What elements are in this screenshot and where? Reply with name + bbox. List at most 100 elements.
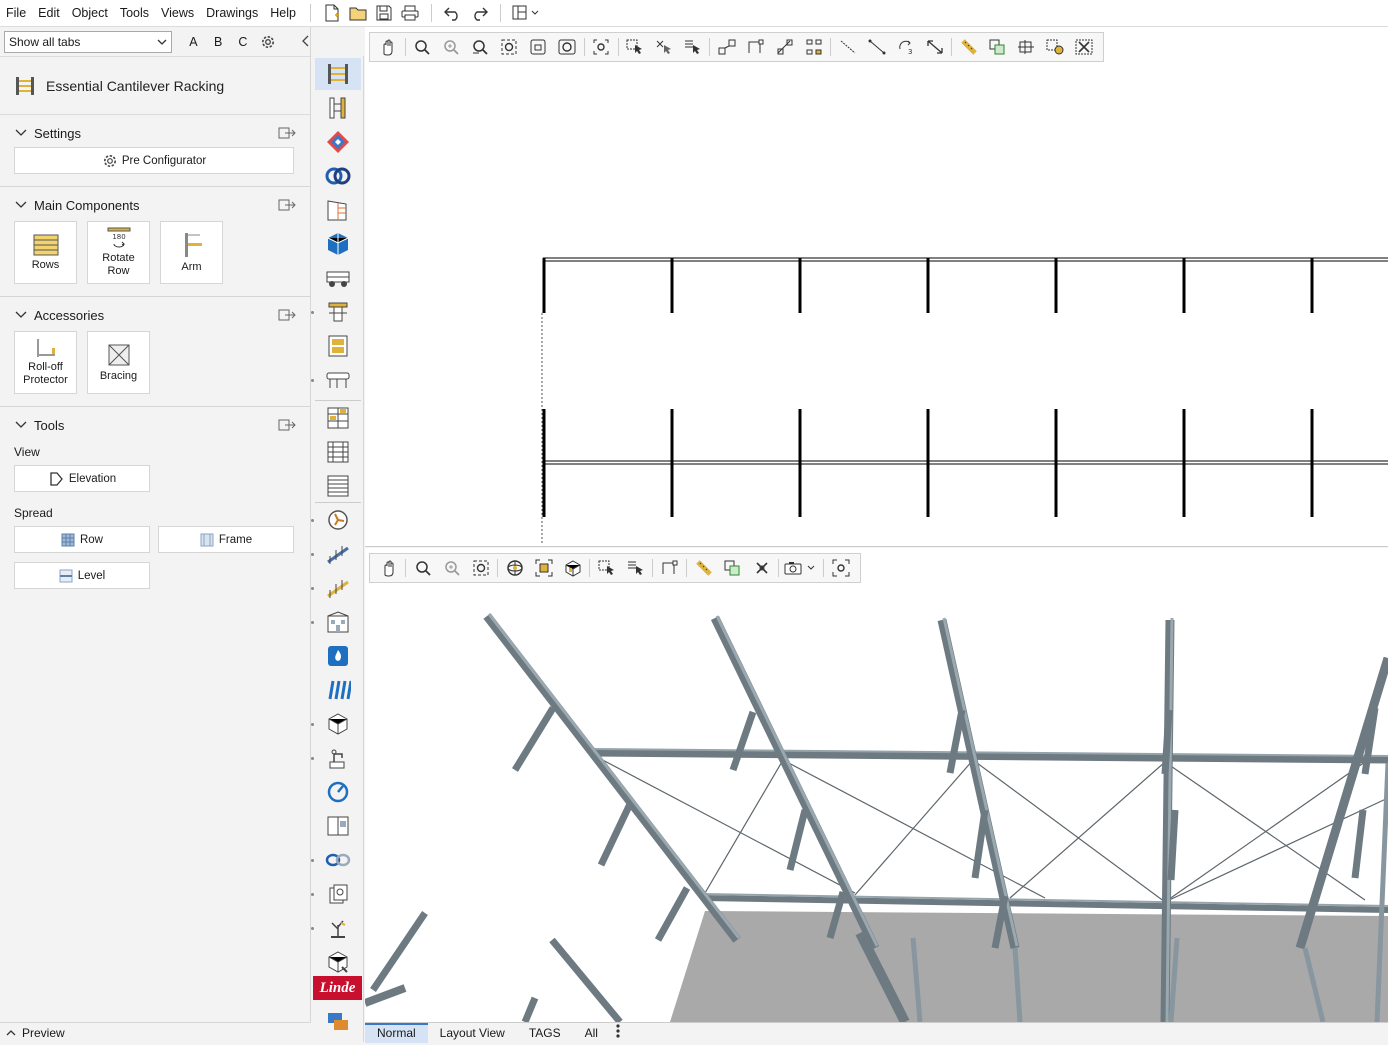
layers-module-button[interactable]: [315, 1006, 361, 1038]
gauge-module-button[interactable]: [315, 776, 361, 808]
rotate-icon[interactable]: [655, 556, 684, 580]
copy-module-button[interactable]: [315, 878, 361, 910]
building-module-button[interactable]: [315, 606, 361, 638]
camera-dropdown-icon[interactable]: [781, 556, 821, 580]
upright-module-button[interactable]: [315, 92, 361, 124]
menu-edit[interactable]: Edit: [32, 0, 66, 27]
pallet-rack-module-button[interactable]: [315, 402, 361, 434]
redo-icon[interactable]: [466, 2, 492, 24]
spread-level-button[interactable]: Level: [14, 562, 150, 589]
stacked-module-button[interactable]: [315, 470, 361, 502]
layout-dropdown-icon[interactable]: [509, 2, 545, 24]
tab-normal[interactable]: Normal: [365, 1022, 428, 1043]
plan-view[interactable]: 3: [365, 27, 1388, 547]
menu-object[interactable]: Object: [66, 0, 114, 27]
zoom-icon[interactable]: [408, 556, 437, 580]
pre-configurator-button[interactable]: Pre Configurator: [14, 147, 294, 174]
bracing-button[interactable]: Bracing: [87, 331, 150, 394]
filter-a-button[interactable]: A: [181, 35, 206, 49]
arm-button[interactable]: Arm: [160, 221, 223, 284]
3d-view[interactable]: [365, 548, 1388, 1022]
settings-header[interactable]: Settings: [0, 119, 310, 147]
elevation-button[interactable]: Elevation: [14, 465, 150, 492]
export-icon[interactable]: [278, 419, 296, 431]
zoom-extents-icon[interactable]: [466, 556, 495, 580]
tab-tags[interactable]: TAGS: [517, 1023, 573, 1043]
fire-module-button[interactable]: [315, 640, 361, 672]
catalog-module-button[interactable]: [315, 810, 361, 842]
copy-objects-icon[interactable]: [718, 556, 747, 580]
drive-in-module-button[interactable]: [315, 194, 361, 226]
carton-flow-module-button[interactable]: [315, 330, 361, 362]
spread-label: Spread: [14, 506, 53, 520]
boxes-module-button[interactable]: [315, 708, 361, 740]
multi-tier-module-button[interactable]: [315, 296, 361, 328]
new-file-icon[interactable]: [319, 2, 345, 24]
menu-drawings[interactable]: Drawings: [200, 0, 264, 27]
menu-file[interactable]: File: [0, 0, 32, 27]
plant-module-button[interactable]: [315, 912, 361, 944]
more-options-icon[interactable]: [610, 1023, 626, 1043]
menu-views[interactable]: Views: [155, 0, 200, 27]
pan-hand-icon[interactable]: [374, 556, 403, 580]
export-icon[interactable]: [278, 309, 296, 321]
pallet-module-button[interactable]: [315, 126, 361, 158]
mobile-module-button[interactable]: [315, 262, 361, 294]
gear-icon[interactable]: [255, 34, 280, 50]
conveyor-module-button[interactable]: [315, 364, 361, 396]
select-window-icon[interactable]: [592, 556, 621, 580]
cantilever-module-button[interactable]: [315, 58, 361, 90]
link-module-button[interactable]: [315, 844, 361, 876]
shuttle-module-button[interactable]: [315, 228, 361, 260]
rolloff-protector-button[interactable]: Roll-off Protector: [14, 331, 77, 394]
show-tabs-value: Show all tabs: [9, 34, 81, 49]
stairs-module-button[interactable]: [315, 538, 361, 570]
menu-help[interactable]: Help: [264, 0, 302, 27]
fit-view-icon[interactable]: [529, 556, 558, 580]
export-icon[interactable]: [278, 199, 296, 211]
tab-all[interactable]: All: [573, 1023, 610, 1043]
focus-icon[interactable]: [826, 556, 855, 580]
main-components-header[interactable]: Main Components: [0, 191, 310, 219]
linde-module-button[interactable]: Linde: [313, 976, 362, 1000]
settings-title: Settings: [34, 125, 81, 141]
rolloff-protector-icon: [36, 339, 55, 357]
tools-header[interactable]: Tools: [0, 411, 310, 439]
cantilever-rack-icon: [328, 64, 348, 84]
rotate-row-button[interactable]: 180 Rotate Row: [87, 221, 150, 284]
delete-icon[interactable]: [747, 556, 776, 580]
lanes-module-button[interactable]: [315, 674, 361, 706]
undo-icon[interactable]: [440, 2, 466, 24]
show-tabs-select[interactable]: Show all tabs: [4, 30, 173, 53]
menu-tools[interactable]: Tools: [114, 0, 155, 27]
collapse-panel-icon[interactable]: [302, 34, 310, 50]
preview-bar[interactable]: Preview: [0, 1022, 311, 1042]
left-panel: Show all tabs A B C Essential Cantilever…: [0, 27, 311, 1042]
orbit-icon[interactable]: [500, 556, 529, 580]
accessories-header[interactable]: Accessories: [0, 301, 310, 329]
zoom-in-icon[interactable]: [437, 556, 466, 580]
view-cube-icon[interactable]: [558, 556, 587, 580]
open-folder-icon[interactable]: [345, 2, 371, 24]
robot-module-button[interactable]: [315, 742, 361, 774]
save-icon[interactable]: [371, 2, 397, 24]
fire-safety-icon: [328, 646, 348, 666]
tab-layout-view[interactable]: Layout View: [428, 1023, 517, 1043]
measure-icon[interactable]: [689, 556, 718, 580]
filter-b-button[interactable]: B: [206, 35, 231, 49]
spread-frame-label: Frame: [218, 533, 253, 546]
ramp-module-button[interactable]: [315, 572, 361, 604]
export-icon[interactable]: [278, 127, 296, 139]
arm-icon: [184, 232, 202, 257]
spread-row-button[interactable]: Row: [14, 526, 150, 553]
test-module-button[interactable]: [315, 946, 361, 978]
filter-c-button[interactable]: C: [231, 35, 256, 49]
select-list-icon[interactable]: [621, 556, 650, 580]
print-icon[interactable]: [397, 2, 423, 24]
shelving-module-button[interactable]: [315, 436, 361, 468]
rings-module-button[interactable]: [315, 160, 361, 192]
fan-module-button[interactable]: [315, 504, 361, 536]
spread-frame-button[interactable]: Frame: [158, 526, 294, 553]
spread-row-label: Row: [79, 533, 103, 546]
rows-button[interactable]: Rows: [14, 221, 77, 284]
